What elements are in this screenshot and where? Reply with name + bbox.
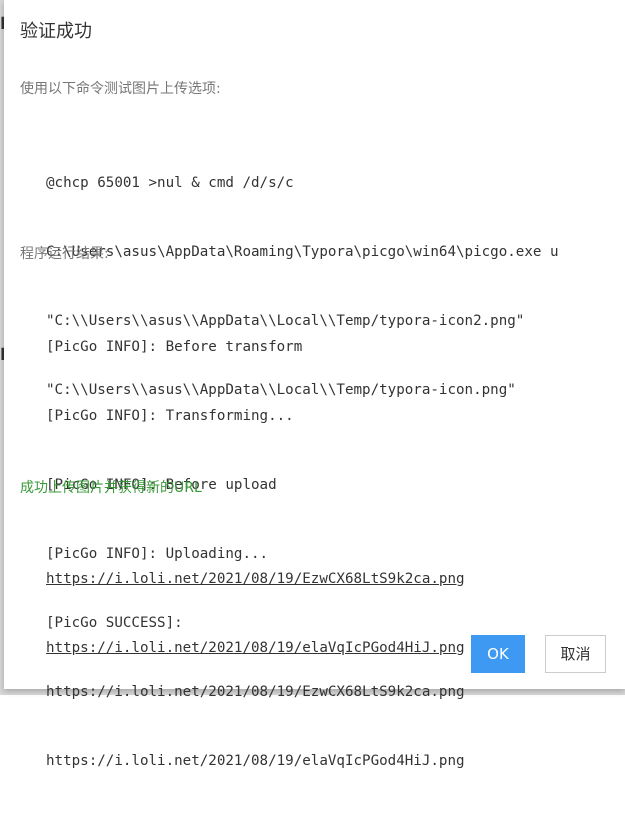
output-line: https://i.loli.net/2021/08/19/elaVqIcPGo… xyxy=(46,753,465,769)
uploaded-url-link[interactable]: https://i.loli.net/2021/08/19/elaVqIcPGo… xyxy=(46,637,465,660)
output-line: [PicGo INFO]: Transforming... xyxy=(46,408,294,424)
success-message: 成功上传图片并获得新的URL xyxy=(20,480,202,496)
verification-dialog: 验证成功 使用以下命令测试图片上传选项: @chcp 65001 >nul & … xyxy=(4,0,625,769)
url-list: https://i.loli.net/2021/08/19/EzwCX68LtS… xyxy=(46,522,465,706)
cancel-button[interactable]: 取消 xyxy=(545,635,606,673)
ok-button[interactable]: OK xyxy=(471,635,525,673)
test-command-label: 使用以下命令测试图片上传选项: xyxy=(20,81,221,97)
result-label: 程序运行结果: xyxy=(20,246,109,262)
uploaded-url-link[interactable]: https://i.loli.net/2021/08/19/EzwCX68LtS… xyxy=(46,568,465,591)
command-line: C:\Users\asus\AppData\Roaming\Typora\pic… xyxy=(46,244,559,260)
output-line: [PicGo INFO]: Before transform xyxy=(46,339,303,355)
command-line: @chcp 65001 >nul & cmd /d/s/c xyxy=(46,175,294,191)
dialog-title: 验证成功 xyxy=(20,21,92,42)
